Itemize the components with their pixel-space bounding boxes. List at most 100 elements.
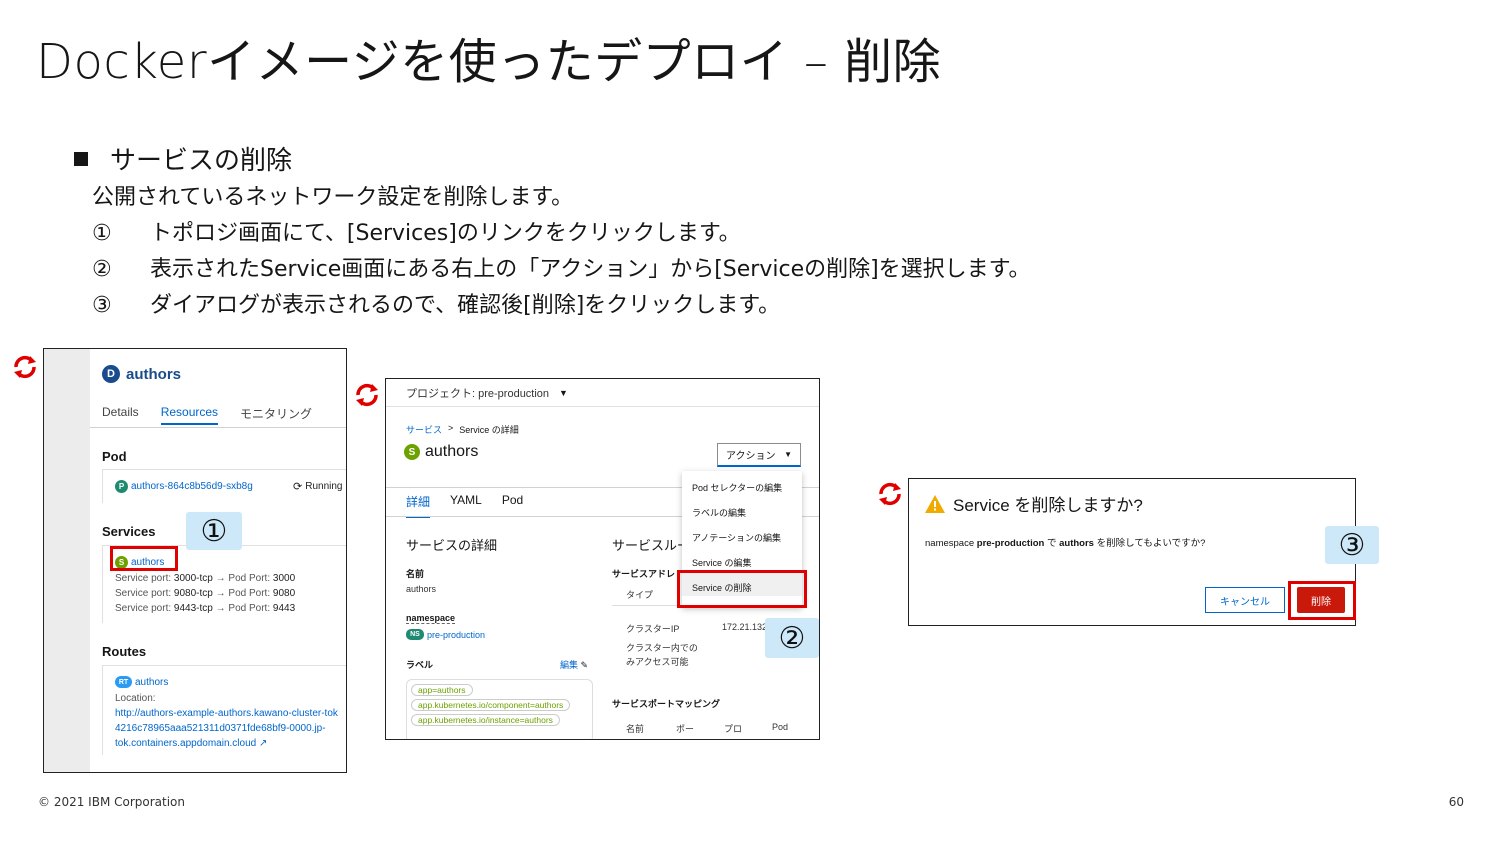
service-port-row: Service port: 9443-tcp → Pod Port: 9443 xyxy=(115,601,295,616)
service-ports: Service port: 3000-tcp → Pod Port: 3000 … xyxy=(115,571,295,616)
dialog-message-text: を削除してもよいですか? xyxy=(1096,538,1206,549)
route-link[interactable]: authors xyxy=(135,677,168,688)
actions-label: アクション xyxy=(726,451,776,462)
project-selector[interactable]: プロジェクト: pre-production xyxy=(406,385,549,401)
port-label: Service port: xyxy=(115,588,172,599)
arrow-icon: → xyxy=(215,603,226,614)
pod-heading: Pod xyxy=(102,449,127,464)
tab-yaml[interactable]: YAML xyxy=(450,493,482,518)
service-name: authors xyxy=(425,443,479,460)
deployment-badge: D xyxy=(102,365,120,383)
instruction-line: ② 表示されたService画面にある右上の「アクション」から[Serviceの削… xyxy=(92,252,1030,288)
breadcrumb-services[interactable]: サービス xyxy=(406,423,442,436)
routes-card: RT authors Location: http://authors-exam… xyxy=(102,665,346,755)
cluster-internal-note: クラスター内での xyxy=(626,643,698,653)
actions-dropdown[interactable]: アクション ▼ xyxy=(717,443,801,467)
cancel-button[interactable]: キャンセル xyxy=(1205,587,1285,613)
routing-heading: サービスルー xyxy=(612,538,691,553)
pod-link[interactable]: authors-864c8b56d9-sxb8g xyxy=(131,481,253,492)
breadcrumb-current: Service の詳細 xyxy=(459,425,519,435)
namespace-row: NS pre-production xyxy=(406,629,485,640)
callout-step-3: ③ xyxy=(1325,526,1379,564)
section-heading: サービスの削除 xyxy=(74,140,292,177)
instruction-text: ダイアログが表示されるので、確認後[削除]をクリックします。 xyxy=(150,293,781,318)
port-value: 9080-tcp xyxy=(173,588,213,599)
callout-step-1: ① xyxy=(186,512,242,550)
project-bar: プロジェクト: pre-production ▼ xyxy=(386,379,819,407)
topology-canvas-strip xyxy=(44,349,90,772)
port-value: 3000-tcp xyxy=(173,573,213,584)
service-port-row: Service port: 3000-tcp → Pod Port: 3000 xyxy=(115,571,295,586)
namespace-badge: NS xyxy=(406,629,424,640)
arrow-icon: → xyxy=(215,588,226,599)
type-label: タイプ xyxy=(626,590,654,600)
deployment-header: D authors xyxy=(102,365,181,383)
details-heading: サービスの詳細 xyxy=(406,538,498,553)
cluster-ip-value: 172.21.132 xyxy=(722,622,768,632)
tab-resources[interactable]: Resources xyxy=(160,405,219,425)
tab-pods[interactable]: Pod xyxy=(502,493,523,518)
location-url-line[interactable]: 4216c78965aaa521311d0371fde68bf9-0000.jp… xyxy=(115,721,338,736)
section-heading-text: サービスの削除 xyxy=(110,146,293,176)
edit-labels-text[interactable]: 編集 xyxy=(560,660,578,670)
namespace-link[interactable]: pre-production xyxy=(427,630,485,640)
pod-port-label: Pod Port: xyxy=(228,588,271,599)
location-url-line[interactable]: tok.containers.appdomain.cloud ↗ xyxy=(115,736,338,751)
callout-step-2: ② xyxy=(765,618,819,658)
tab-monitoring[interactable]: モニタリング xyxy=(240,405,312,425)
sync-icon xyxy=(356,383,378,407)
service-port-row: Service port: 9080-tcp → Pod Port: 9080 xyxy=(115,586,295,601)
instruction-line: 公開されているネットワーク設定を削除します。 xyxy=(92,180,1030,216)
label-chip: app.kubernetes.io/component=authors xyxy=(411,699,571,711)
location-url-line[interactable]: http://authors-example-authors.kawano-cl… xyxy=(115,706,338,721)
services-heading: Services xyxy=(102,524,156,539)
dialog-service-name: authors xyxy=(1059,538,1094,549)
route-row: RT authors xyxy=(115,676,168,688)
menu-item-edit-pod-selector[interactable]: Pod セレクターの編集 xyxy=(682,471,802,496)
sync-icon xyxy=(14,355,36,379)
instruction-line: ① トポロジ画面にて、[Services]のリンクをクリックします。 xyxy=(92,216,1030,252)
col-pod: Pod xyxy=(772,722,789,732)
menu-item-edit-annotations[interactable]: アノテーションの編集 xyxy=(682,521,802,546)
labels-label: ラベル xyxy=(406,660,434,670)
warning-icon xyxy=(925,494,945,513)
pod-port-value: 3000 xyxy=(272,573,296,584)
instruction-line: ③ ダイアログが表示されるので、確認後[削除]をクリックします。 xyxy=(92,288,1030,324)
topology-panel-screenshot: D authors Details Resources モニタリング Pod P… xyxy=(43,348,347,773)
service-address-label: サービスアドレ xyxy=(612,569,676,579)
service-details-screenshot: プロジェクト: pre-production ▼ サービス > Service … xyxy=(385,378,820,740)
pod-port-label: Pod Port: xyxy=(228,573,271,584)
page-number: 60 xyxy=(1448,795,1464,809)
port-value: 9443-tcp xyxy=(173,603,213,614)
route-location: Location: http://authors-example-authors… xyxy=(115,691,338,751)
caret-down-icon: ▼ xyxy=(559,387,568,398)
menu-item-edit-service[interactable]: Service の編集 xyxy=(682,546,802,571)
cluster-internal-note: みアクセス可能 xyxy=(626,657,689,667)
name-label: 名前 xyxy=(406,569,425,579)
sync-small-icon: ⟳ xyxy=(293,481,303,493)
divider xyxy=(90,427,346,428)
dialog-message-text: namespace xyxy=(925,538,975,549)
tab-details[interactable]: Details xyxy=(102,405,139,425)
port-mapping-label: サービスポートマッピング xyxy=(612,699,721,709)
port-label: Service port: xyxy=(115,573,172,584)
breadcrumb: サービス > Service の詳細 xyxy=(406,423,519,436)
edit-labels-link[interactable]: 編集 ✎ xyxy=(560,658,588,671)
menu-item-edit-labels[interactable]: ラベルの編集 xyxy=(682,496,802,521)
tab-details[interactable]: 詳細 xyxy=(406,493,431,518)
pod-port-value: 9080 xyxy=(272,588,296,599)
external-link-icon: ↗ xyxy=(258,738,268,749)
dialog-message-text: で xyxy=(1046,538,1057,549)
location-label: Location: xyxy=(115,693,156,704)
labels-box: app=authors app.kubernetes.io/component=… xyxy=(406,679,593,739)
instruction-list: 公開されているネットワーク設定を削除します。 ① トポロジ画面にて、[Servic… xyxy=(92,180,1030,324)
copyright: © 2021 IBM Corporation xyxy=(38,795,185,809)
pencil-icon: ✎ xyxy=(580,660,589,670)
highlight-delete-service xyxy=(677,570,807,608)
dialog-message: namespace pre-production で authors を削除して… xyxy=(925,535,1205,549)
pod-row: P authors-864c8b56d9-sxb8g xyxy=(115,480,253,493)
location-url-text[interactable]: tok.containers.appdomain.cloud xyxy=(115,738,256,749)
panel-tabs: Details Resources モニタリング xyxy=(102,405,312,425)
instruction-number: ② xyxy=(92,257,112,282)
deployment-name: authors xyxy=(126,365,182,383)
